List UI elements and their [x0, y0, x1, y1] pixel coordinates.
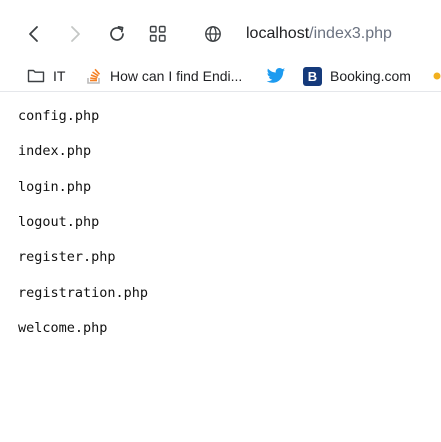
- url-path: /index3.php: [309, 25, 392, 42]
- chevron-right-icon: [71, 26, 80, 42]
- bookmark-label: IT: [53, 68, 66, 84]
- grid-icon: [149, 25, 166, 42]
- file-link-welcome[interactable]: welcome.php: [18, 320, 107, 336]
- bookmark-twitter[interactable]: [266, 65, 286, 87]
- file-link-config[interactable]: config.php: [18, 108, 99, 124]
- site-info-button[interactable]: [200, 21, 226, 47]
- address-bar[interactable]: localhost/index3.php: [246, 24, 392, 44]
- bookmark-stackoverflow[interactable]: How can I find Endi...: [86, 65, 242, 87]
- bookmarks-bar: IT How can I find Endi... B Booking.com: [0, 60, 441, 92]
- back-button[interactable]: [21, 21, 47, 47]
- chevron-left-icon: [29, 26, 38, 42]
- refresh-icon: [110, 25, 124, 41]
- bookmark-label: Booking.com: [330, 68, 411, 84]
- globe-icon: [205, 26, 221, 42]
- partial-bookmark-icon: [433, 72, 441, 80]
- tab-grid-button[interactable]: [145, 21, 171, 47]
- forward-button[interactable]: [62, 21, 88, 47]
- url-host: localhost: [246, 25, 310, 42]
- file-link-register[interactable]: register.php: [18, 249, 116, 265]
- file-link-registration[interactable]: registration.php: [18, 285, 148, 301]
- twitter-icon: [266, 68, 286, 83]
- browser-window: localhost/index3.php IT How can I find E…: [0, 0, 441, 442]
- file-link-login[interactable]: login.php: [18, 179, 91, 195]
- reload-button[interactable]: [104, 21, 130, 47]
- booking-icon: B: [303, 66, 322, 86]
- stackoverflow-icon: [87, 68, 101, 84]
- page-content: config.php index.php login.php logout.ph…: [0, 92, 441, 442]
- folder-icon: [27, 69, 45, 83]
- file-link-logout[interactable]: logout.php: [18, 214, 99, 230]
- file-link-index[interactable]: index.php: [18, 143, 91, 159]
- bookmark-label: How can I find Endi...: [110, 68, 243, 84]
- browser-toolbar: localhost/index3.php: [0, 0, 441, 60]
- bookmark-folder-it[interactable]: IT: [27, 65, 65, 87]
- bookmark-booking[interactable]: B Booking.com: [303, 65, 411, 87]
- bookmark-overflow-icon[interactable]: [433, 65, 441, 87]
